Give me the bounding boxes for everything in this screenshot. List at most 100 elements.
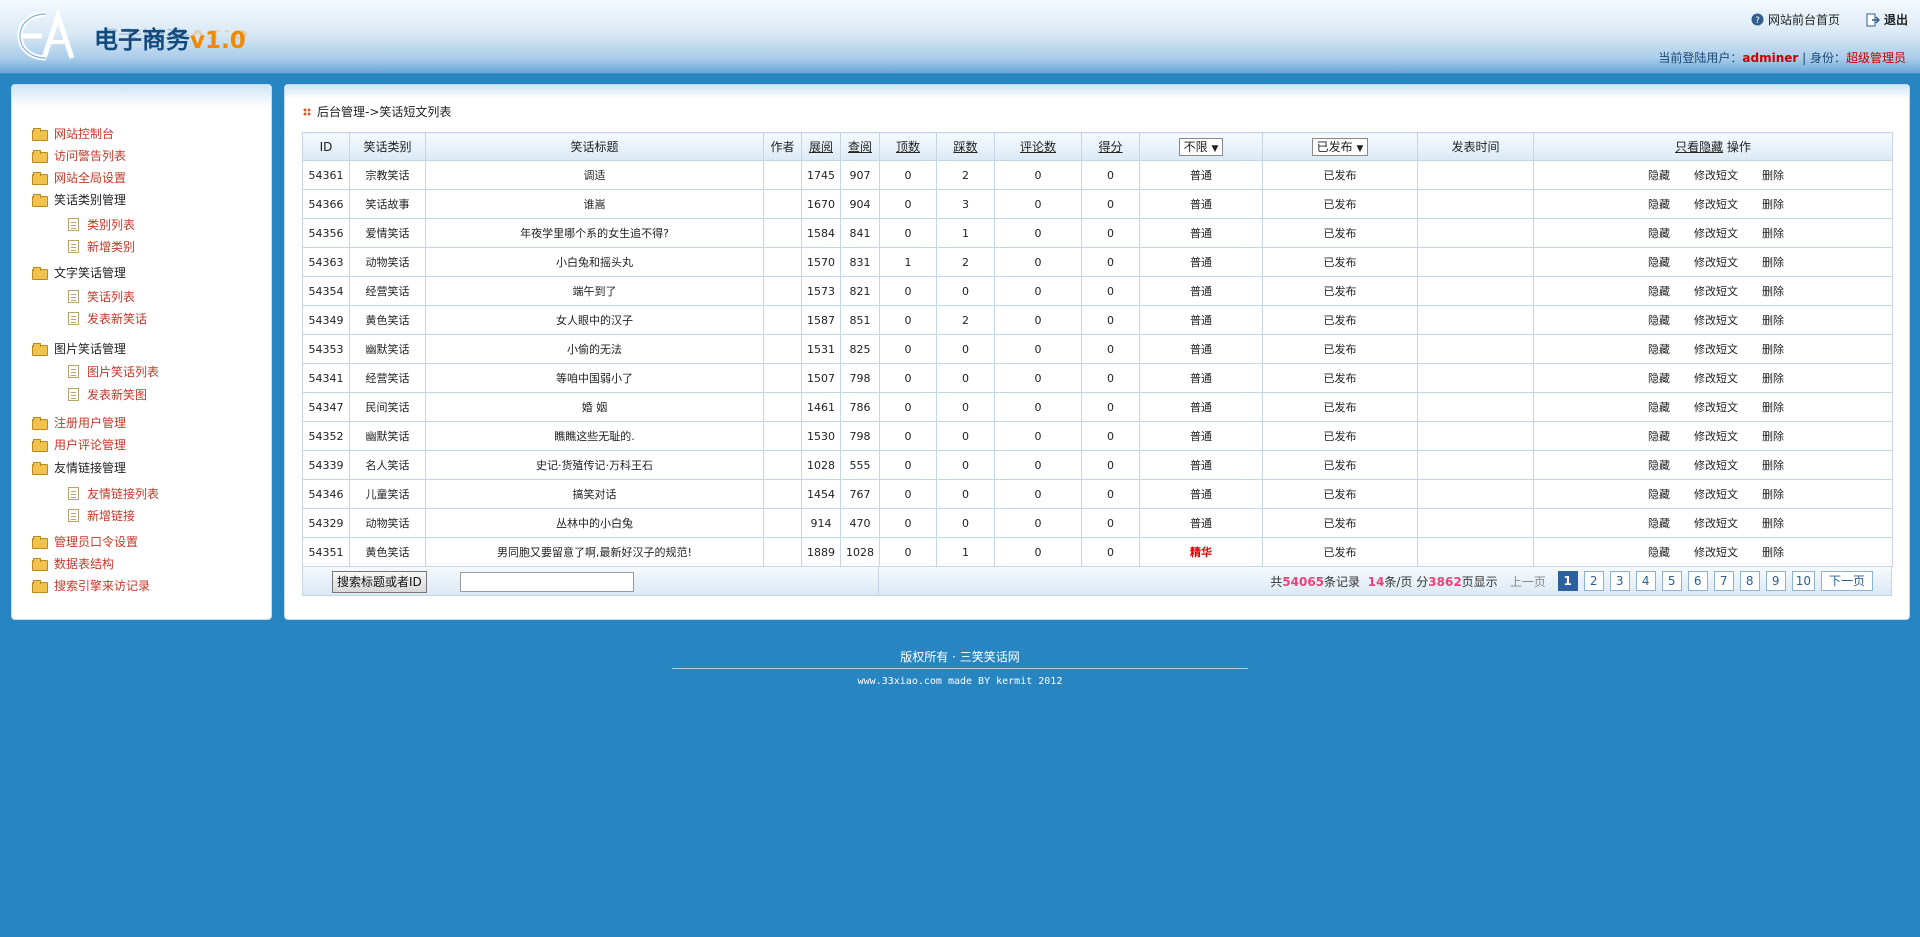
page-number-4[interactable]: 4 (1635, 571, 1656, 591)
delete-link[interactable]: 删除 (1762, 225, 1784, 241)
delete-link[interactable]: 删除 (1762, 457, 1784, 473)
document-icon (68, 508, 79, 522)
page-number-10[interactable]: 10 (1791, 571, 1815, 591)
sidebar-item[interactable]: 用户评论管理 (32, 436, 126, 452)
cell-down: 0 (936, 363, 995, 393)
sidebar-item[interactable]: 管理员口令设置 (32, 533, 138, 549)
edit-link[interactable]: 修改短文 (1694, 399, 1738, 415)
edit-link[interactable]: 修改短文 (1694, 341, 1738, 357)
edit-link[interactable]: 修改短文 (1694, 167, 1738, 183)
cell-status: 已发布 (1262, 247, 1418, 277)
logout-link[interactable]: 退出 (1866, 11, 1908, 28)
edit-link[interactable]: 修改短文 (1694, 544, 1738, 560)
sidebar-item[interactable]: 发表新笑话 (68, 310, 147, 326)
page-number-3[interactable]: 3 (1609, 571, 1630, 591)
sidebar-item[interactable]: 类别列表 (68, 216, 135, 232)
cell-title: 女人眼中的汉子 (425, 305, 764, 335)
delete-link[interactable]: 删除 (1762, 544, 1784, 560)
col-comments[interactable]: 评论数 (994, 132, 1082, 161)
prev-page-link[interactable]: 上一页 (1510, 573, 1546, 590)
delete-link[interactable]: 删除 (1762, 196, 1784, 212)
row-actions: 隐藏 修改短文 删除 (1535, 515, 1892, 531)
delete-link[interactable]: 删除 (1762, 341, 1784, 357)
level-filter-select[interactable]: 不限 ▼ (1178, 137, 1224, 156)
page-number-1[interactable]: 1 (1557, 571, 1578, 591)
edit-link[interactable]: 修改短文 (1694, 457, 1738, 473)
col-reads[interactable]: 查阅 (840, 132, 880, 161)
edit-link[interactable]: 修改短文 (1694, 370, 1738, 386)
hide-link[interactable]: 隐藏 (1648, 312, 1670, 328)
sidebar-item[interactable]: 网站控制台 (32, 125, 114, 141)
current-user-info: 当前登陆用户：adminer | 身份：超级管理员 (1658, 49, 1906, 66)
delete-link[interactable]: 删除 (1762, 428, 1784, 444)
col-down[interactable]: 踩数 (936, 132, 995, 161)
col-views[interactable]: 展阅 (801, 132, 841, 161)
sidebar-item[interactable]: 注册用户管理 (32, 414, 126, 430)
sidebar-item[interactable]: 搜索引擎来访记录 (32, 577, 150, 593)
cell-views: 914 (801, 508, 841, 538)
cell-score: 0 (1081, 334, 1140, 364)
edit-link[interactable]: 修改短文 (1694, 428, 1738, 444)
delete-link[interactable]: 删除 (1762, 515, 1784, 531)
sidebar-item[interactable]: 图片笑话列表 (68, 363, 159, 379)
hide-link[interactable]: 隐藏 (1648, 225, 1670, 241)
hide-link[interactable]: 隐藏 (1648, 428, 1670, 444)
sidebar-item[interactable]: 友情链接列表 (68, 485, 159, 501)
page-number-6[interactable]: 6 (1687, 571, 1708, 591)
sidebar-item[interactable]: 新增类别 (68, 238, 135, 254)
sidebar-item[interactable]: 数据表结构 (32, 555, 114, 571)
delete-link[interactable]: 删除 (1762, 370, 1784, 386)
sidebar-item[interactable]: 笑话类别管理 (32, 191, 126, 207)
front-home-link[interactable]: ? 网站前台首页 (1751, 11, 1840, 28)
search-input[interactable] (460, 572, 634, 592)
next-page-button[interactable]: 下一页 (1820, 571, 1873, 591)
row-actions: 隐藏 修改短文 删除 (1535, 486, 1892, 502)
hide-link[interactable]: 隐藏 (1648, 457, 1670, 473)
delete-link[interactable]: 删除 (1762, 167, 1784, 183)
hide-link[interactable]: 隐藏 (1648, 196, 1670, 212)
hide-link[interactable]: 隐藏 (1648, 341, 1670, 357)
page-number-5[interactable]: 5 (1661, 571, 1682, 591)
delete-link[interactable]: 删除 (1762, 399, 1784, 415)
sidebar-item[interactable]: 图片笑话管理 (32, 340, 126, 356)
edit-link[interactable]: 修改短文 (1694, 196, 1738, 212)
delete-link[interactable]: 删除 (1762, 254, 1784, 270)
hide-only-link[interactable]: 只看隐藏 (1675, 140, 1723, 154)
page-number-9[interactable]: 9 (1765, 571, 1786, 591)
hide-link[interactable]: 隐藏 (1648, 515, 1670, 531)
status-filter-select[interactable]: 已发布 ▼ (1311, 137, 1369, 156)
hide-link[interactable]: 隐藏 (1648, 254, 1670, 270)
edit-link[interactable]: 修改短文 (1694, 312, 1738, 328)
sidebar-item[interactable]: 笑话列表 (68, 288, 135, 304)
col-score[interactable]: 得分 (1081, 132, 1140, 161)
delete-link[interactable]: 删除 (1762, 486, 1784, 502)
edit-link[interactable]: 修改短文 (1694, 283, 1738, 299)
col-up[interactable]: 顶数 (879, 132, 937, 161)
edit-link[interactable]: 修改短文 (1694, 225, 1738, 241)
cell-reads: 798 (840, 363, 880, 393)
cell-category: 动物笑话 (349, 247, 426, 277)
delete-link[interactable]: 删除 (1762, 312, 1784, 328)
page-number-2[interactable]: 2 (1583, 571, 1604, 591)
sidebar-item[interactable]: 访问警告列表 (32, 147, 126, 163)
search-button[interactable]: 搜索标题或者ID (332, 571, 427, 593)
cell-category: 黄色笑话 (349, 305, 426, 335)
folder-icon (32, 416, 48, 430)
hide-link[interactable]: 隐藏 (1648, 167, 1670, 183)
sidebar-item[interactable]: 新增链接 (68, 507, 135, 523)
hide-link[interactable]: 隐藏 (1648, 283, 1670, 299)
edit-link[interactable]: 修改短文 (1694, 486, 1738, 502)
sidebar-item[interactable]: 发表新笑图 (68, 386, 147, 402)
sidebar-item[interactable]: 友情链接管理 (32, 459, 126, 475)
hide-link[interactable]: 隐藏 (1648, 370, 1670, 386)
hide-link[interactable]: 隐藏 (1648, 544, 1670, 560)
page-number-7[interactable]: 7 (1713, 571, 1734, 591)
hide-link[interactable]: 隐藏 (1648, 486, 1670, 502)
edit-link[interactable]: 修改短文 (1694, 515, 1738, 531)
sidebar-item[interactable]: 网站全局设置 (32, 169, 126, 185)
page-number-8[interactable]: 8 (1739, 571, 1760, 591)
hide-link[interactable]: 隐藏 (1648, 399, 1670, 415)
delete-link[interactable]: 删除 (1762, 283, 1784, 299)
edit-link[interactable]: 修改短文 (1694, 254, 1738, 270)
sidebar-item[interactable]: 文字笑话管理 (32, 264, 126, 280)
